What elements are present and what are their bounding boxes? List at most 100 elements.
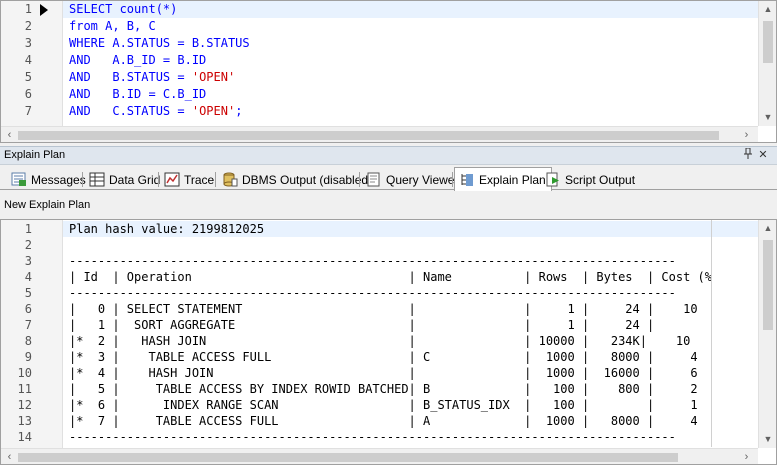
scroll-down-arrow-icon[interactable]: ▼ [759, 431, 776, 448]
scroll-up-arrow-icon[interactable]: ▲ [759, 220, 776, 237]
current-line-arrow-icon [40, 4, 48, 16]
plan-text-line[interactable]: | 0 | SELECT STATEMENT | | 1 | 24 | 10 [63, 301, 758, 317]
line-number: 1 [24, 2, 32, 16]
explain-plan-output[interactable]: 1 2 3 4 5 6 7 8 9 10 11 12 13 14 Plan hash value: 219… [0, 219, 777, 465]
tab-data-grid[interactable]: Data Grid [85, 169, 165, 190]
plan-text-line[interactable]: ----------------------------------------… [63, 429, 758, 445]
code-token: AND [69, 70, 91, 84]
editor-line-number: 5 [1, 69, 62, 86]
plan-vertical-scrollbar[interactable]: ▲ ▼ [758, 220, 776, 448]
explain-plan-panel-header: Explain Plan ✕ [0, 146, 777, 165]
plan-line-number-row: 12 [1, 397, 62, 413]
tab-explain-plan[interactable]: Explain Plan [454, 167, 552, 191]
plan-line-number-row: 13 [1, 413, 62, 429]
plan-text-line[interactable]: | 5 | TABLE ACCESS BY INDEX ROWID BATCHE… [63, 381, 758, 397]
plan-text-area[interactable]: Plan hash value: 2199812025 -------------… [63, 221, 758, 445]
code-token: B.STATUS = [90, 70, 192, 84]
panel-title: Explain Plan [4, 149, 66, 161]
code-token: AND [69, 104, 91, 118]
editor-gutter: 1 2 3 4 5 6 7 [1, 1, 63, 142]
plan-line-number-row: 7 [1, 317, 62, 333]
editor-line-number: 2 [1, 18, 62, 35]
plan-text-line[interactable]: | 1 | SORT AGGREGATE | | 1 | 24 | [63, 317, 758, 333]
code-token: count [119, 2, 156, 16]
editor-code-area[interactable]: SELECT count(*) from A, B, C WHERE A.STATU… [63, 1, 758, 120]
line-number: 2 [24, 19, 32, 33]
code-line[interactable]: SELECT count(*) [63, 1, 758, 18]
scroll-right-arrow-icon[interactable]: › [738, 449, 755, 464]
code-token: AND [69, 87, 91, 101]
code-line[interactable]: AND A.B_ID = B.ID [63, 52, 758, 69]
scroll-left-arrow-icon[interactable]: ‹ [1, 449, 18, 464]
plan-line-number-row: 9 [1, 349, 62, 365]
code-token: AND [69, 53, 91, 67]
code-line[interactable]: WHERE A.STATUS = B.STATUS [63, 35, 758, 52]
code-line[interactable]: AND B.STATUS = 'OPEN' [63, 69, 758, 86]
tab-separator [452, 172, 453, 187]
line-number: 8 [24, 334, 32, 348]
tab-separator [82, 172, 83, 187]
script-output-icon [545, 172, 561, 187]
editor-vscroll-thumb[interactable] [763, 21, 773, 63]
plan-text-line[interactable]: |* 4 | HASH JOIN | | 1000 | 16000 | 6 [63, 365, 758, 381]
plan-line-number-row: 5 [1, 285, 62, 301]
tab-messages[interactable]: Messages [7, 169, 91, 190]
plan-text-line[interactable]: |* 2 | HASH JOIN | | 10000 | 234K| 10 [63, 333, 758, 349]
plan-section-label: New Explain Plan [4, 199, 91, 211]
scroll-left-arrow-icon[interactable]: ‹ [1, 127, 18, 142]
code-token: WHERE [69, 36, 113, 50]
code-token: 'OPEN' [191, 104, 236, 118]
data-grid-icon [89, 172, 105, 187]
dbms-output-icon [222, 172, 238, 187]
code-line[interactable]: from A, B, C [63, 18, 758, 35]
messages-icon [11, 172, 27, 187]
sql-editor[interactable]: 1234567 SELECT count(*) from A, B, C WHERE… [0, 0, 777, 143]
tab-query-viewer[interactable]: Query Viewer [362, 169, 463, 190]
code-line[interactable]: AND C.STATUS = 'OPEN'; [63, 103, 758, 120]
code-token: (*) [155, 2, 178, 16]
scroll-right-arrow-icon[interactable]: › [738, 127, 755, 142]
editor-vertical-scrollbar[interactable]: ▲ ▼ [758, 1, 776, 126]
trace-icon [164, 172, 180, 187]
code-line[interactable]: AND B.ID = C.B_ID [63, 86, 758, 103]
editor-line-number: 4 [1, 52, 62, 69]
close-icon[interactable]: ✕ [756, 148, 770, 163]
tab-script-output[interactable]: Script Output [541, 169, 640, 190]
code-token: A.B_ID = B.ID [90, 53, 207, 67]
plan-text-line[interactable]: |* 3 | TABLE ACCESS FULL | C | 1000 | 80… [63, 349, 758, 365]
line-number: 7 [24, 104, 32, 118]
pin-icon[interactable] [741, 147, 755, 163]
line-number: 3 [24, 36, 32, 50]
plan-line-number-row: 6 [1, 301, 62, 317]
code-token: SELECT [69, 2, 120, 16]
line-number: 10 [17, 366, 32, 380]
editor-line-number: 7 [1, 103, 62, 120]
plan-line-number-row: 14 [1, 429, 62, 445]
line-number: 6 [24, 302, 32, 316]
plan-text-line[interactable] [63, 237, 758, 253]
tab-trace[interactable]: Trace [160, 169, 219, 190]
line-number: 2 [24, 238, 32, 252]
plan-text-line[interactable]: ----------------------------------------… [63, 285, 758, 301]
plan-text-line[interactable]: |* 6 | INDEX RANGE SCAN | B_STATUS_IDX |… [63, 397, 758, 413]
plan-hscroll-thumb[interactable] [18, 453, 678, 462]
editor-horizontal-scrollbar[interactable]: ‹ › [1, 126, 758, 142]
plan-text-line[interactable]: ----------------------------------------… [63, 253, 758, 269]
code-token: A.STATUS = B.STATUS [112, 36, 250, 50]
plan-text-line[interactable]: | Id | Operation | Name | Rows | Bytes |… [63, 269, 758, 285]
tab-dbms-output[interactable]: DBMS Output (disabled) [218, 169, 377, 190]
tab-separator [158, 172, 159, 187]
explain-plan-icon [459, 172, 475, 187]
plan-vscroll-thumb[interactable] [763, 240, 773, 330]
plan-text-line[interactable]: Plan hash value: 2199812025 [63, 221, 758, 237]
line-number: 11 [17, 382, 32, 396]
editor-hscroll-thumb[interactable] [18, 131, 719, 140]
code-token: B.ID = C.B_ID [90, 87, 207, 101]
plan-text-line[interactable]: |* 7 | TABLE ACCESS FULL | A | 1000 | 80… [63, 413, 758, 429]
plan-line-number-row: 10 [1, 365, 62, 381]
plan-horizontal-scrollbar[interactable]: ‹ › [1, 448, 758, 464]
tab-separator [215, 172, 216, 187]
scroll-down-arrow-icon[interactable]: ▼ [759, 109, 776, 126]
tab-separator [359, 172, 360, 187]
scroll-up-arrow-icon[interactable]: ▲ [759, 1, 776, 18]
